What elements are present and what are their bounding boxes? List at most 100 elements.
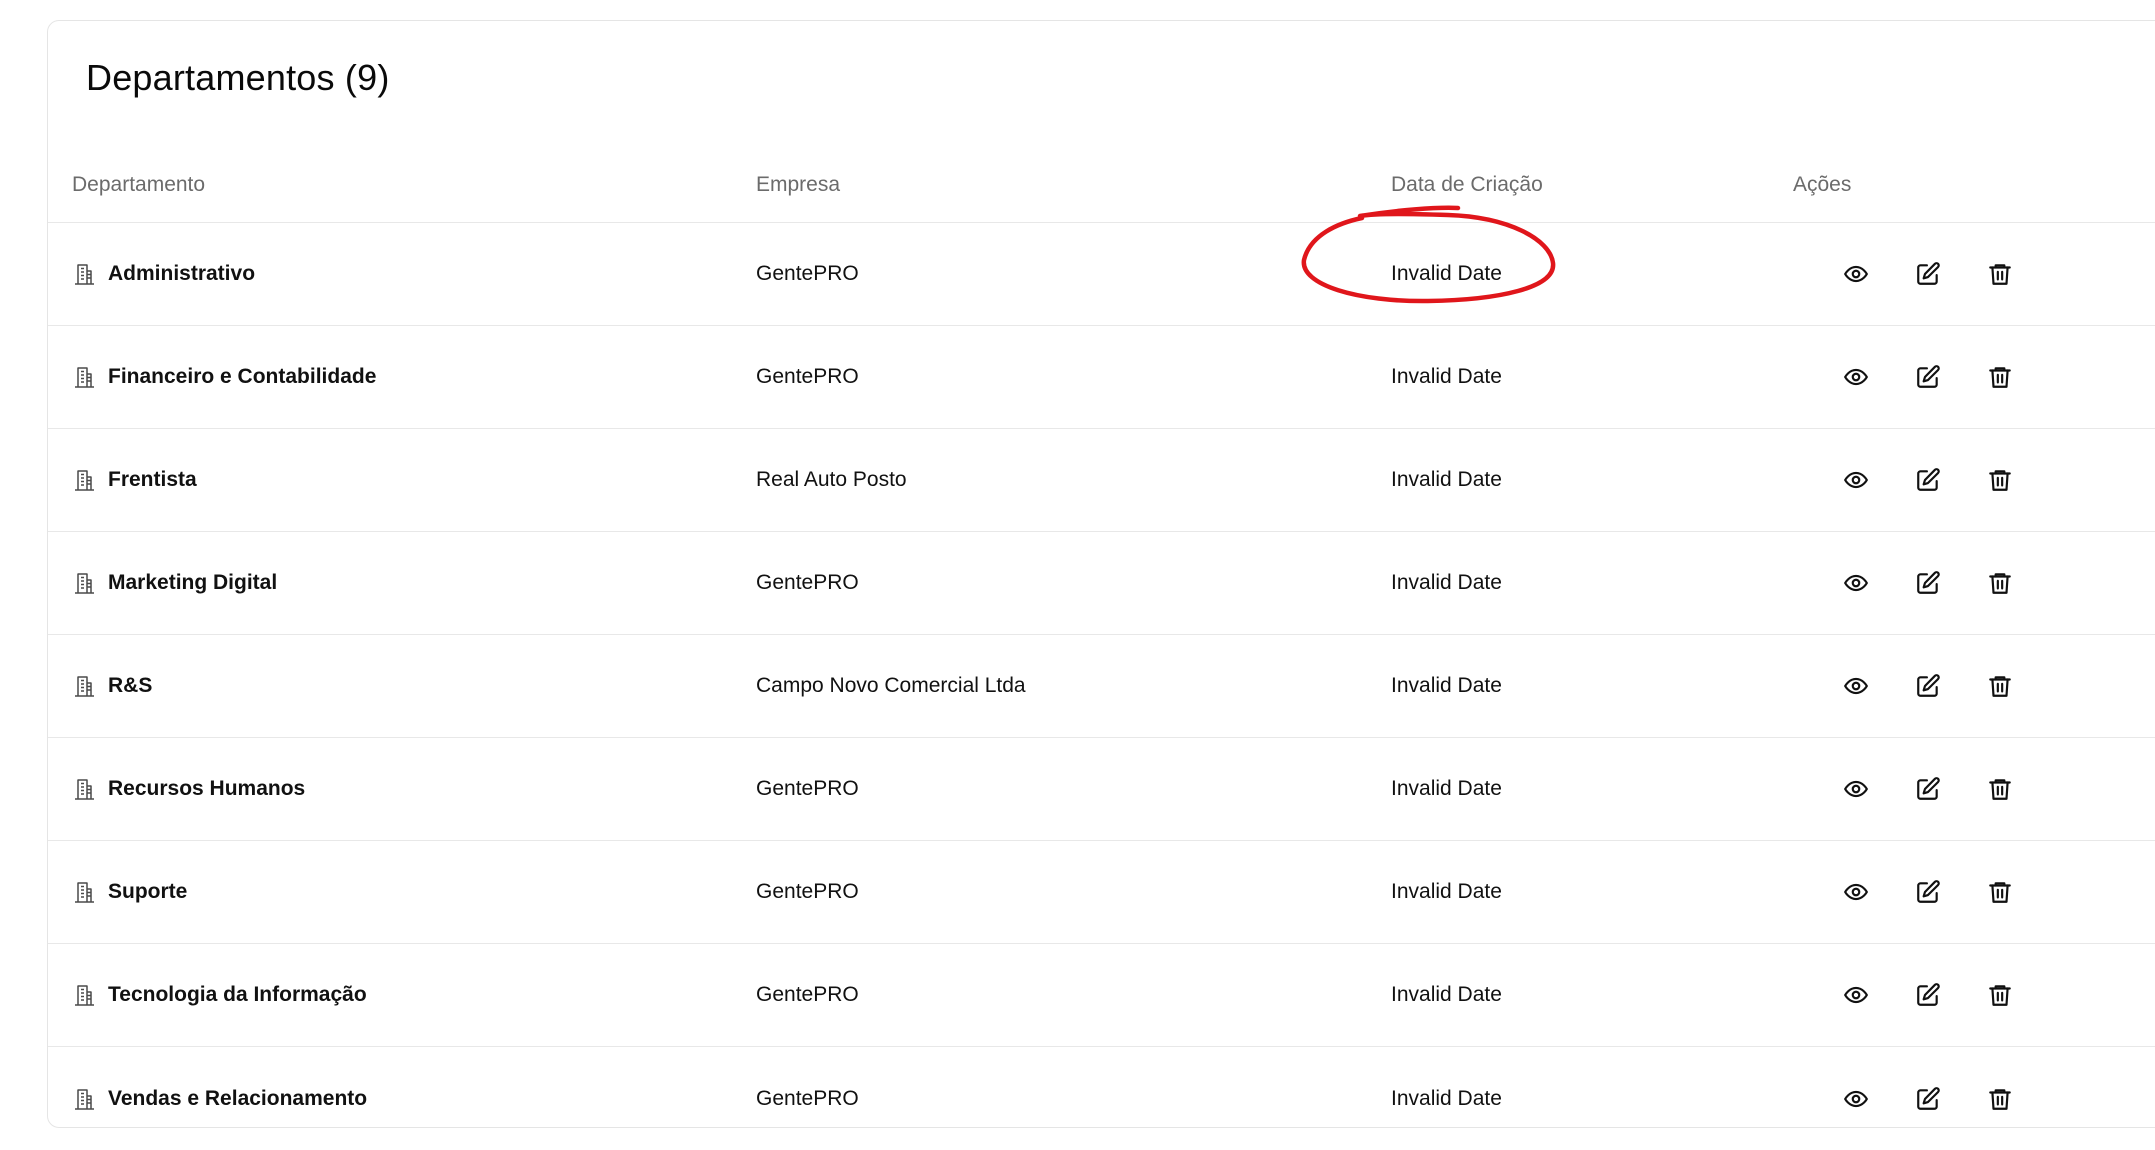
edit-button[interactable] <box>1912 361 1944 393</box>
view-button[interactable] <box>1840 979 1872 1011</box>
edit-icon <box>1915 776 1941 802</box>
edit-icon <box>1915 364 1941 390</box>
delete-button[interactable] <box>1984 567 2016 599</box>
building-icon <box>72 777 96 801</box>
cell-acoes <box>1840 738 2016 840</box>
delete-button[interactable] <box>1984 258 2016 290</box>
trash-icon <box>1987 1086 2013 1112</box>
trash-icon <box>1987 982 2013 1008</box>
cell-data-criacao: Invalid Date <box>1391 571 1502 594</box>
departamento-name: Suporte <box>108 880 188 903</box>
cell-acoes <box>1840 429 2016 531</box>
edit-icon <box>1915 982 1941 1008</box>
departamento-name: Financeiro e Contabilidade <box>108 365 377 388</box>
edit-button[interactable] <box>1912 464 1944 496</box>
header-empresa: Empresa <box>756 173 841 196</box>
building-icon <box>72 468 96 492</box>
cell-empresa: GentePRO <box>756 262 859 285</box>
delete-button[interactable] <box>1984 979 2016 1011</box>
trash-icon <box>1987 261 2013 287</box>
cell-acoes <box>1840 326 2016 428</box>
building-icon <box>72 262 96 286</box>
edit-icon <box>1915 1086 1941 1112</box>
table-row: Vendas e Relacionamento GentePRO Invalid D… <box>48 1047 2155 1150</box>
departamento-name: R&S <box>108 674 153 697</box>
cell-acoes <box>1840 841 2016 943</box>
trash-icon <box>1987 879 2013 905</box>
eye-icon <box>1843 261 1869 287</box>
cell-data-criacao: Invalid Date <box>1391 777 1502 800</box>
delete-button[interactable] <box>1984 464 2016 496</box>
eye-icon <box>1843 467 1869 493</box>
view-button[interactable] <box>1840 670 1872 702</box>
cell-acoes <box>1840 1047 2016 1150</box>
edit-icon <box>1915 467 1941 493</box>
building-icon <box>72 674 96 698</box>
building-icon <box>72 1087 96 1111</box>
cell-acoes <box>1840 944 2016 1046</box>
cell-acoes <box>1840 635 2016 737</box>
eye-icon <box>1843 879 1869 905</box>
building-icon <box>72 571 96 595</box>
edit-button[interactable] <box>1912 979 1944 1011</box>
cell-data-criacao: Invalid Date <box>1391 983 1502 1006</box>
delete-button[interactable] <box>1984 876 2016 908</box>
table-row: R&S Campo Novo Comercial Ltda Invalid Date <box>48 635 2155 738</box>
header-data-criacao: Data de Criação <box>1391 173 1543 196</box>
edit-button[interactable] <box>1912 876 1944 908</box>
eye-icon <box>1843 776 1869 802</box>
trash-icon <box>1987 673 2013 699</box>
edit-button[interactable] <box>1912 567 1944 599</box>
view-button[interactable] <box>1840 464 1872 496</box>
view-button[interactable] <box>1840 567 1872 599</box>
eye-icon <box>1843 364 1869 390</box>
cell-departamento: Suporte <box>72 841 187 943</box>
departamento-name: Administrativo <box>108 262 256 285</box>
table-row: Recursos Humanos GentePRO Invalid Date <box>48 738 2155 841</box>
cell-departamento: Vendas e Relacionamento <box>72 1047 367 1150</box>
eye-icon <box>1843 982 1869 1008</box>
cell-departamento: Frentista <box>72 429 197 531</box>
table-row: Financeiro e Contabilidade GentePRO Invali… <box>48 326 2155 429</box>
table-row: Suporte GentePRO Invalid Date <box>48 841 2155 944</box>
cell-empresa: Campo Novo Comercial Ltda <box>756 674 1026 697</box>
delete-button[interactable] <box>1984 361 2016 393</box>
edit-button[interactable] <box>1912 258 1944 290</box>
cell-data-criacao: Invalid Date <box>1391 880 1502 903</box>
eye-icon <box>1843 570 1869 596</box>
view-button[interactable] <box>1840 1083 1872 1115</box>
header-departamento: Departamento <box>72 173 206 196</box>
delete-button[interactable] <box>1984 1083 2016 1115</box>
cell-data-criacao: Invalid Date <box>1391 365 1502 388</box>
building-icon <box>72 983 96 1007</box>
cell-empresa: GentePRO <box>756 777 859 800</box>
edit-icon <box>1915 673 1941 699</box>
view-button[interactable] <box>1840 876 1872 908</box>
view-button[interactable] <box>1840 258 1872 290</box>
cell-departamento: R&S <box>72 635 152 737</box>
cell-data-criacao: Invalid Date <box>1391 1086 1502 1110</box>
edit-button[interactable] <box>1912 773 1944 805</box>
delete-button[interactable] <box>1984 773 2016 805</box>
edit-icon <box>1915 570 1941 596</box>
view-button[interactable] <box>1840 773 1872 805</box>
trash-icon <box>1987 364 2013 390</box>
building-icon <box>72 365 96 389</box>
trash-icon <box>1987 776 2013 802</box>
cell-departamento: Administrativo <box>72 223 255 325</box>
table-body: Administrativo GentePRO Invalid Date Financ… <box>48 223 2155 1150</box>
edit-button[interactable] <box>1912 1083 1944 1115</box>
departments-card: Departamentos (9) Departamento Empresa D… <box>47 20 2155 1128</box>
departamento-name: Frentista <box>108 468 197 491</box>
view-button[interactable] <box>1840 361 1872 393</box>
table-row: Tecnologia da Informação GentePRO Invalid … <box>48 944 2155 1047</box>
page-title: Departamentos (9) <box>86 57 390 98</box>
delete-button[interactable] <box>1984 670 2016 702</box>
edit-icon <box>1915 261 1941 287</box>
edit-button[interactable] <box>1912 670 1944 702</box>
table-row: Frentista Real Auto Posto Invalid Date <box>48 429 2155 532</box>
trash-icon <box>1987 467 2013 493</box>
table-row: Marketing Digital GentePRO Invalid Date <box>48 532 2155 635</box>
edit-icon <box>1915 879 1941 905</box>
cell-empresa: GentePRO <box>756 983 859 1006</box>
